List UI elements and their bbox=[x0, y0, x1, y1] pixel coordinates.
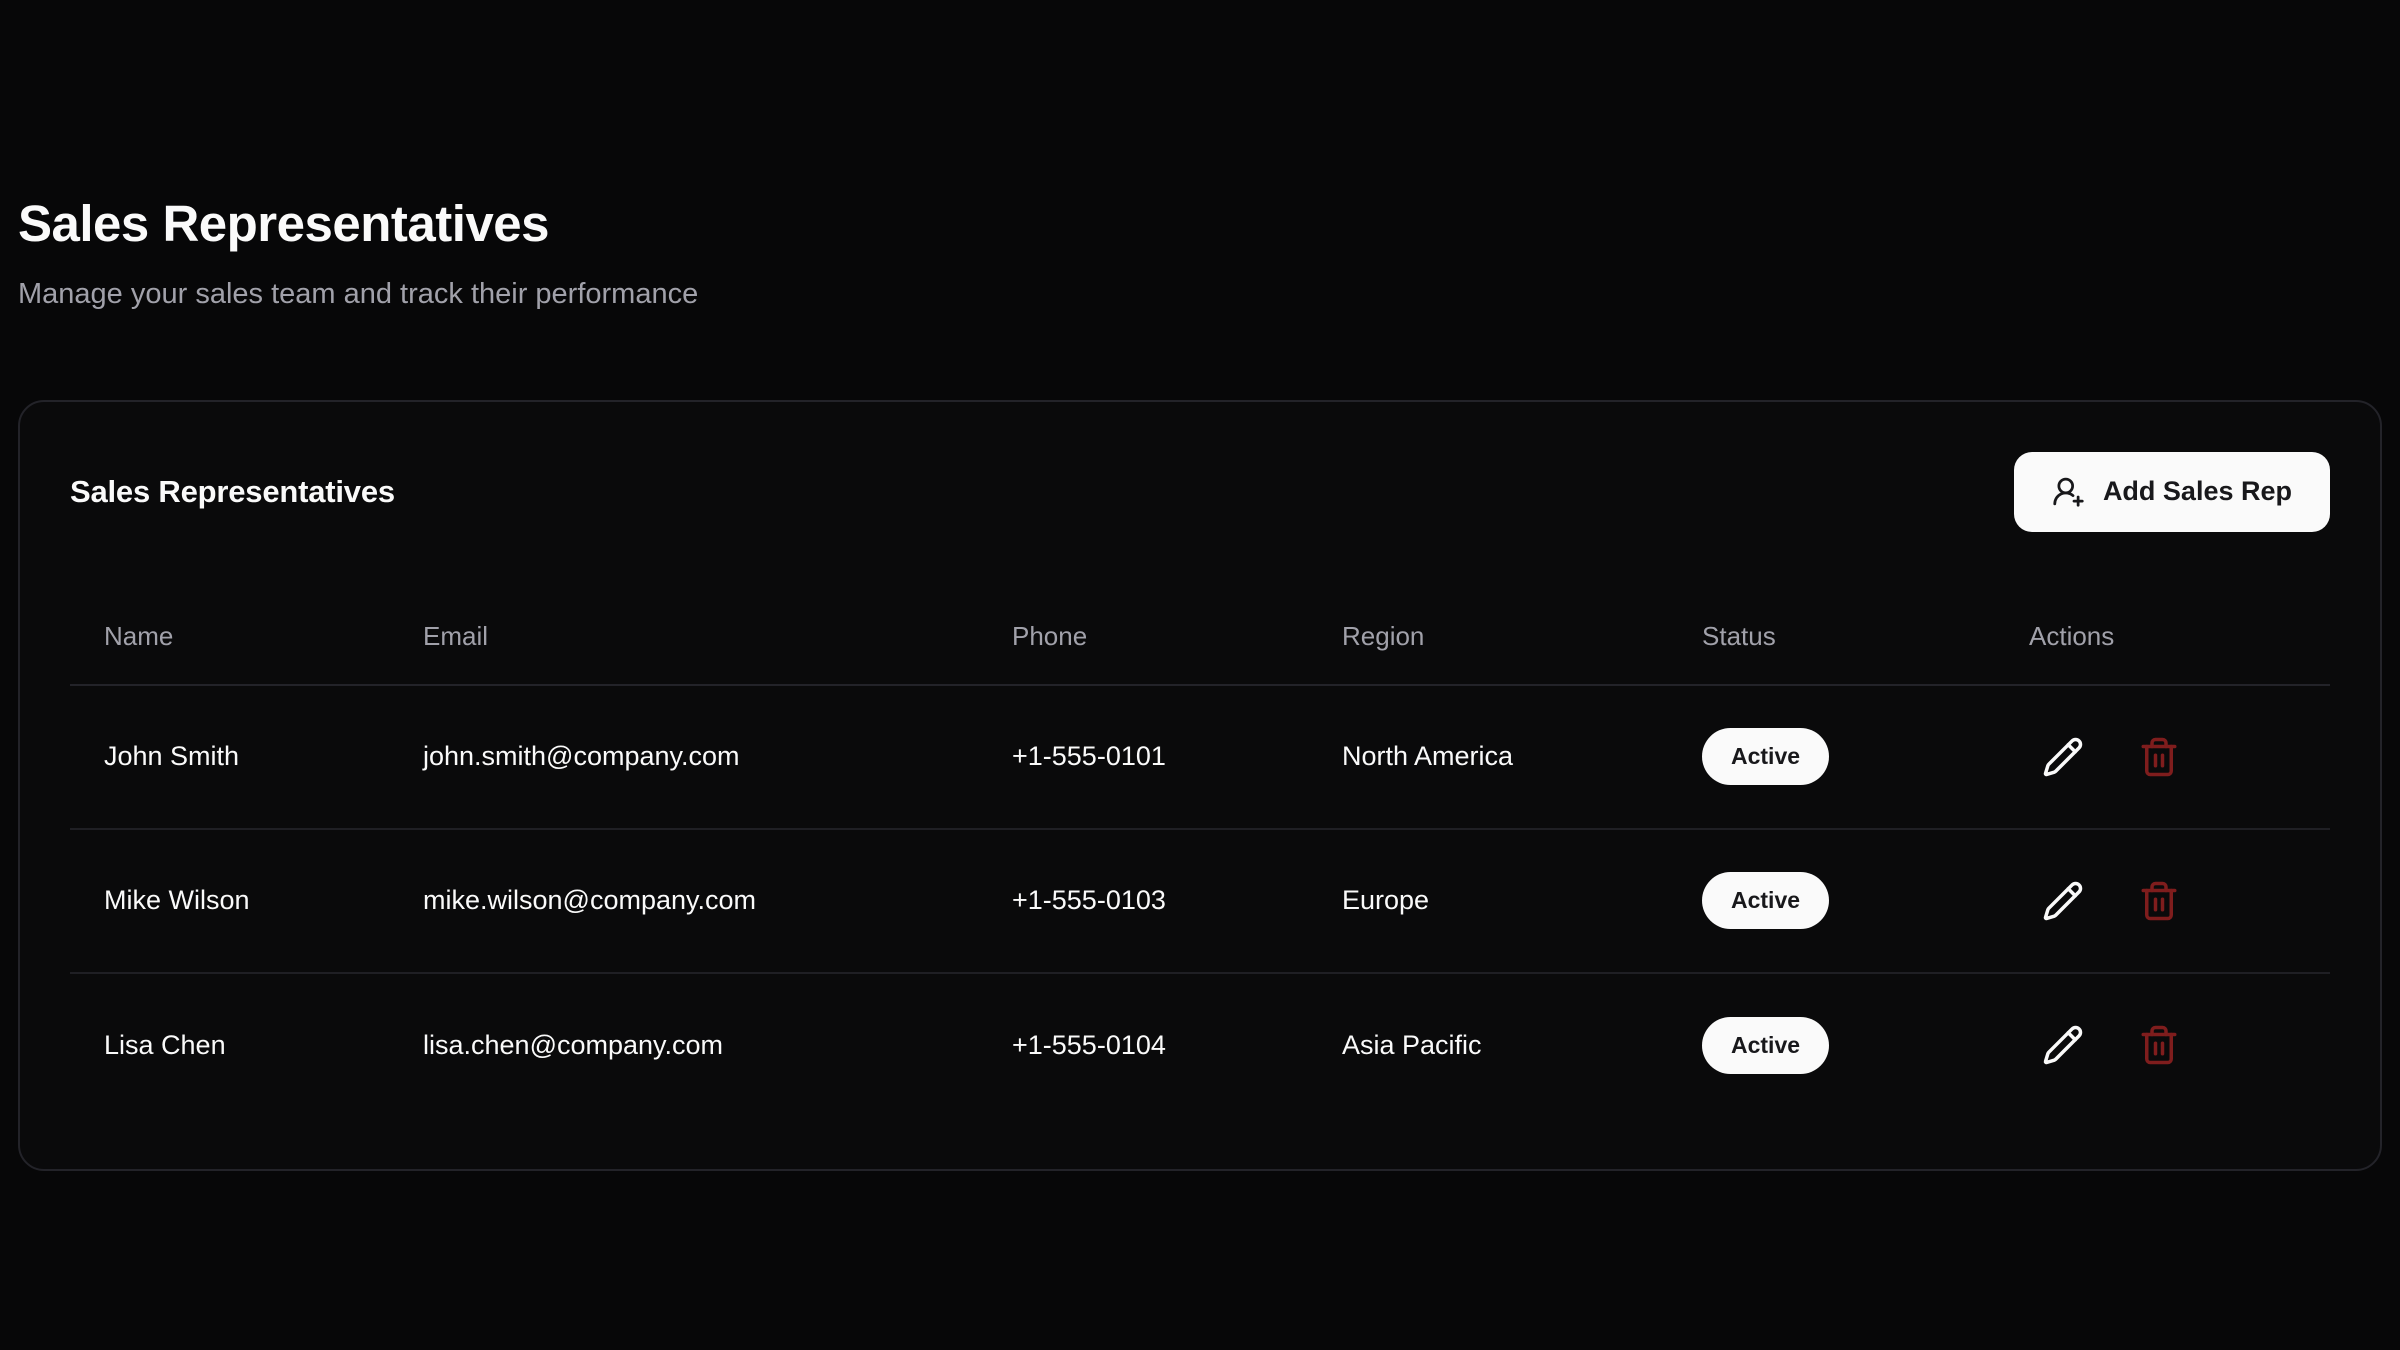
page-title: Sales Representatives bbox=[18, 0, 2382, 254]
add-sales-rep-label: Add Sales Rep bbox=[2103, 476, 2292, 507]
delete-button[interactable] bbox=[2129, 727, 2189, 787]
rep-phone: +1-555-0104 bbox=[1012, 973, 1342, 1117]
rep-phone: +1-555-0101 bbox=[1012, 685, 1342, 829]
row-actions bbox=[2029, 871, 2330, 931]
status-badge: Active bbox=[1702, 728, 1829, 785]
table-header-row: Name Email Phone Region Status Actions bbox=[70, 590, 2330, 685]
rep-region: Asia Pacific bbox=[1342, 973, 1702, 1117]
column-header-status: Status bbox=[1702, 590, 2029, 685]
card-title: Sales Representatives bbox=[70, 474, 395, 510]
sales-reps-table: Name Email Phone Region Status Actions J… bbox=[70, 590, 2330, 1117]
rep-region: North America bbox=[1342, 685, 1702, 829]
rep-name: John Smith bbox=[70, 685, 423, 829]
edit-button[interactable] bbox=[2033, 727, 2093, 787]
rep-email: mike.wilson@company.com bbox=[423, 829, 1012, 973]
column-header-name: Name bbox=[70, 590, 423, 685]
page: Sales Representatives Manage your sales … bbox=[0, 0, 2400, 1171]
page-subtitle: Manage your sales team and track their p… bbox=[18, 276, 2382, 314]
rep-name: Mike Wilson bbox=[70, 829, 423, 973]
rep-name: Lisa Chen bbox=[70, 973, 423, 1117]
pencil-icon bbox=[2042, 880, 2084, 922]
trash-icon bbox=[2138, 1024, 2180, 1066]
edit-button[interactable] bbox=[2033, 1015, 2093, 1075]
delete-button[interactable] bbox=[2129, 871, 2189, 931]
column-header-email: Email bbox=[423, 590, 1012, 685]
pencil-icon bbox=[2042, 1024, 2084, 1066]
pencil-icon bbox=[2042, 736, 2084, 778]
column-header-actions: Actions bbox=[2029, 590, 2330, 685]
table-row: Lisa Chen lisa.chen@company.com +1-555-0… bbox=[70, 973, 2330, 1117]
delete-button[interactable] bbox=[2129, 1015, 2189, 1075]
card-header: Sales Representatives Add Sales Rep bbox=[70, 452, 2330, 532]
table-row: John Smith john.smith@company.com +1-555… bbox=[70, 685, 2330, 829]
status-badge: Active bbox=[1702, 1017, 1829, 1074]
status-badge: Active bbox=[1702, 872, 1829, 929]
user-plus-icon bbox=[2052, 475, 2085, 508]
trash-icon bbox=[2138, 880, 2180, 922]
row-actions bbox=[2029, 727, 2330, 787]
sales-representatives-card: Sales Representatives Add Sales Rep bbox=[18, 400, 2382, 1171]
row-actions bbox=[2029, 1015, 2330, 1075]
column-header-phone: Phone bbox=[1012, 590, 1342, 685]
column-header-region: Region bbox=[1342, 590, 1702, 685]
edit-button[interactable] bbox=[2033, 871, 2093, 931]
trash-icon bbox=[2138, 736, 2180, 778]
rep-region: Europe bbox=[1342, 829, 1702, 973]
rep-email: lisa.chen@company.com bbox=[423, 973, 1012, 1117]
table-row: Mike Wilson mike.wilson@company.com +1-5… bbox=[70, 829, 2330, 973]
rep-phone: +1-555-0103 bbox=[1012, 829, 1342, 973]
add-sales-rep-button[interactable]: Add Sales Rep bbox=[2014, 452, 2330, 532]
rep-email: john.smith@company.com bbox=[423, 685, 1012, 829]
